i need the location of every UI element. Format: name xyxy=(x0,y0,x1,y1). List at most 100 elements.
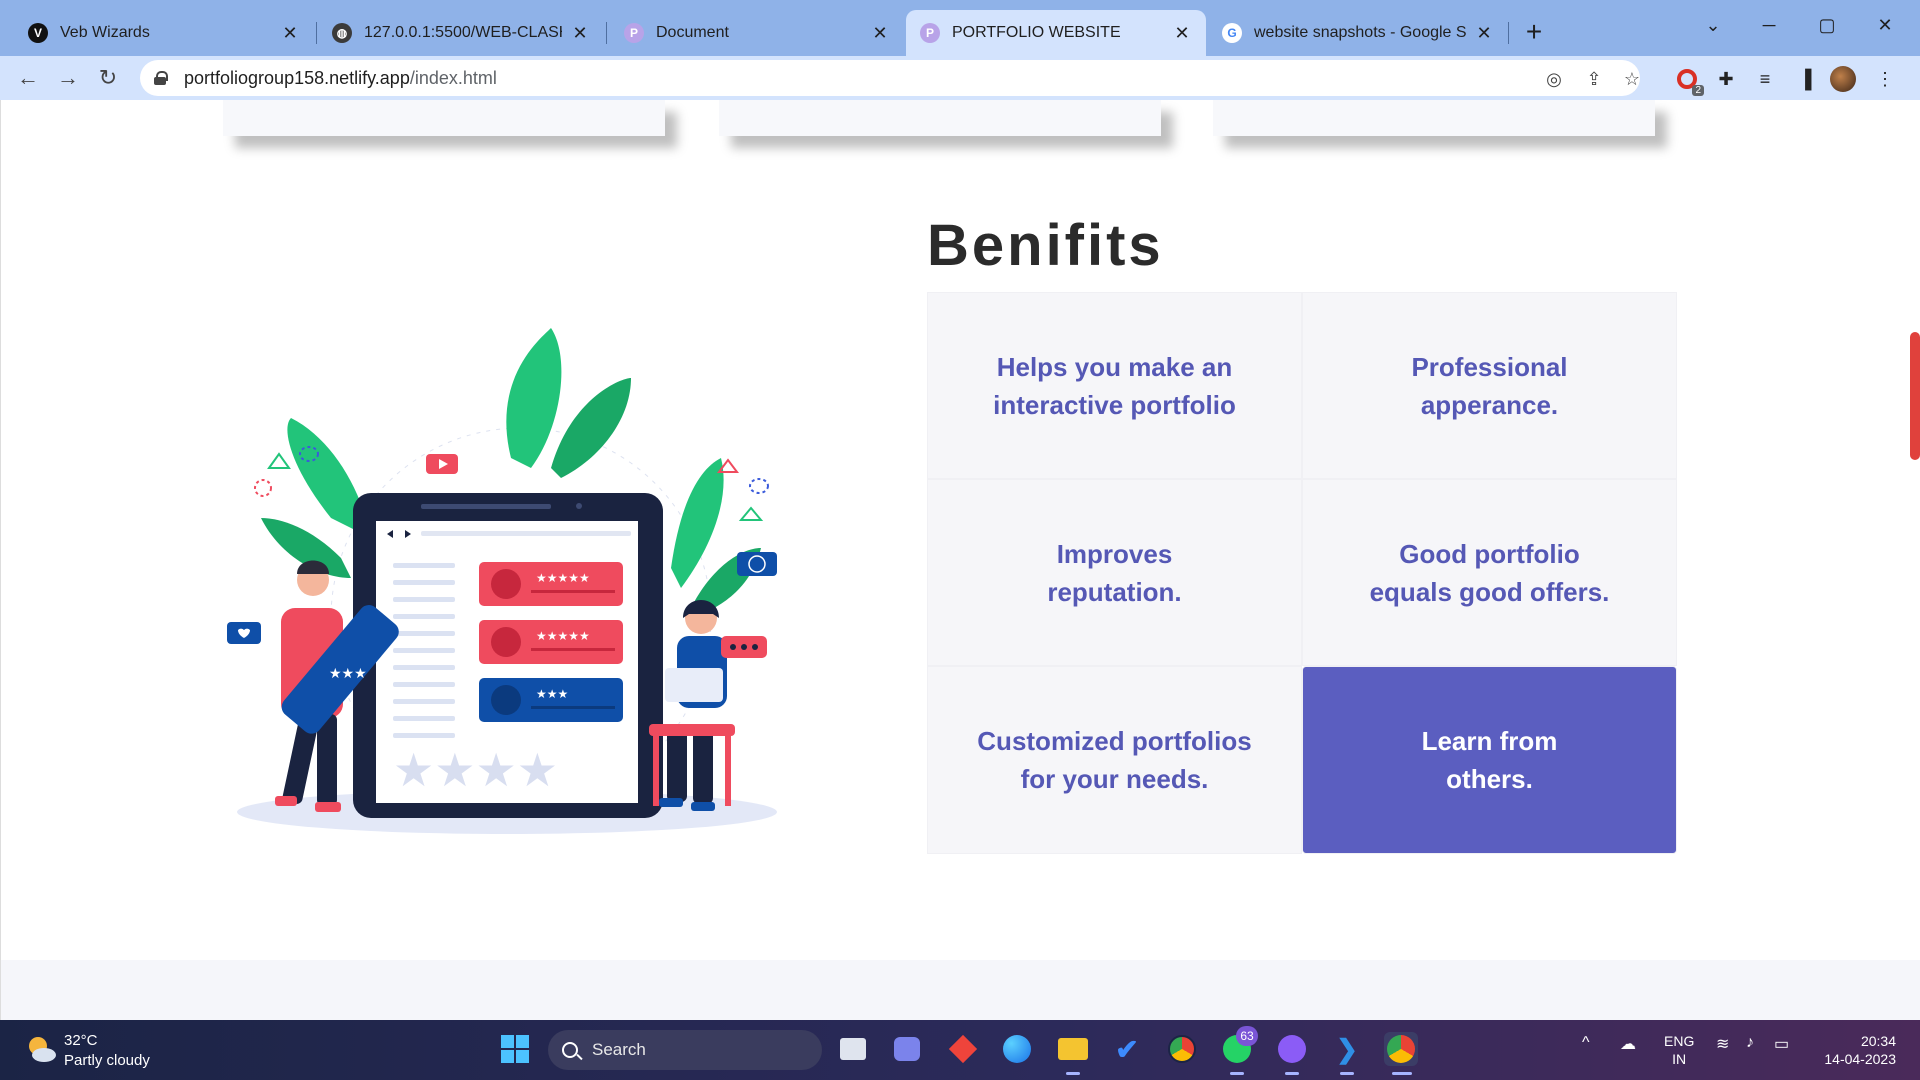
benefit-card: Helps you make an interactive portfolio xyxy=(927,292,1302,479)
tab-title: Veb Wizards xyxy=(60,24,150,41)
lock-icon[interactable] xyxy=(154,71,168,85)
benefit-card-highlighted: Learn from others. xyxy=(1302,666,1677,854)
tab-veb-wizards[interactable]: V Veb Wizards ✕ xyxy=(14,10,314,56)
google-icon: G xyxy=(1222,23,1242,43)
eye-slash-icon[interactable]: ◎ xyxy=(1543,68,1565,90)
running-indicator xyxy=(1230,1072,1244,1075)
edge-beta-icon[interactable] xyxy=(1000,1032,1034,1066)
veb-wizards-icon: V xyxy=(28,23,48,43)
running-indicator xyxy=(1066,1072,1080,1075)
tab-google-search[interactable]: G website snapshots - Google Searc ✕ xyxy=(1208,10,1508,56)
close-icon[interactable]: ✕ xyxy=(280,23,300,43)
section-title: Benifits xyxy=(927,213,1164,278)
p-logo-icon: P xyxy=(624,23,644,43)
weather-description[interactable]: Partly cloudy xyxy=(64,1052,150,1069)
weather-temperature[interactable]: 32°C xyxy=(64,1032,98,1049)
tab-document[interactable]: P Document ✕ xyxy=(610,10,904,56)
system-clock[interactable]: 20:34 14-04-2023 xyxy=(1808,1032,1896,1068)
github-desktop-icon[interactable] xyxy=(1275,1032,1309,1066)
benefit-text: Learn from others. xyxy=(1421,726,1558,794)
globe-icon: ◍ xyxy=(332,23,352,43)
media-control-icon[interactable]: ≡ xyxy=(1752,66,1778,92)
tab-portfolio-website[interactable]: P PORTFOLIO WEBSITE ✕ xyxy=(906,10,1206,56)
feature-card xyxy=(223,100,665,136)
tab-title: Document xyxy=(656,24,729,41)
wifi-icon[interactable]: ≋ xyxy=(1716,1034,1729,1054)
taskbar: 32°C Partly cloudy Search ✔ 63 ❯ ^ ☁ ENG… xyxy=(0,1020,1920,1080)
benefits-grid: Helps you make an interactive portfolio … xyxy=(927,292,1677,854)
clock-time: 20:34 xyxy=(1860,1033,1896,1049)
extension-red-icon[interactable]: 2 xyxy=(1674,66,1704,96)
vscode-icon[interactable]: ❯ xyxy=(1330,1032,1364,1066)
tab-separator xyxy=(606,22,607,44)
file-explorer-icon[interactable] xyxy=(1056,1032,1090,1066)
tab-search-chevron-icon[interactable]: ⌄ xyxy=(1688,8,1738,42)
puzzle-icon[interactable]: ✚ xyxy=(1713,66,1739,92)
language-code: ENG xyxy=(1664,1033,1695,1049)
running-indicator xyxy=(1340,1072,1354,1075)
back-arrow-icon[interactable]: ← xyxy=(12,62,44,94)
tab-title: 127.0.0.1:5500/WEB-CLASH/inde xyxy=(364,24,562,41)
url-text[interactable]: portfoliogroup158.netlify.app/index.html xyxy=(184,68,497,89)
benefit-card: Good portfolio equals good offers. xyxy=(1302,479,1677,666)
tab-title: PORTFOLIO WEBSITE xyxy=(952,24,1121,41)
minimize-button[interactable]: ─ xyxy=(1744,8,1794,42)
maximize-button[interactable]: ▢ xyxy=(1802,8,1852,42)
scrollbar-thumb[interactable] xyxy=(1910,332,1920,460)
kebab-menu-icon[interactable]: ⋮ xyxy=(1872,66,1898,92)
extension-badge: 2 xyxy=(1692,85,1704,96)
benefit-card: Improves reputation. xyxy=(927,479,1302,666)
p-logo-icon: P xyxy=(920,23,940,43)
next-section-band xyxy=(1,960,1920,1020)
onedrive-cloud-icon[interactable]: ☁ xyxy=(1620,1034,1636,1054)
browser-tab-strip: V Veb Wizards ✕ ◍ 127.0.0.1:5500/WEB-CLA… xyxy=(0,0,1920,56)
chrome-active-icon[interactable] xyxy=(1384,1032,1418,1066)
svg-text:★★★: ★★★ xyxy=(536,687,568,701)
chrome-icon[interactable] xyxy=(1165,1032,1199,1066)
anydesk-icon[interactable] xyxy=(946,1032,980,1066)
avatar[interactable] xyxy=(1830,66,1856,92)
feature-card xyxy=(719,100,1161,136)
close-icon[interactable]: ✕ xyxy=(1474,23,1494,43)
search-placeholder: Search xyxy=(592,1040,646,1059)
new-tab-button[interactable]: + xyxy=(1518,16,1550,48)
battery-icon[interactable]: ▭ xyxy=(1774,1034,1789,1054)
benefit-text: Professional apperance. xyxy=(1411,351,1568,420)
page-viewport: ★★★★★ ★★★★★ ★★★ ★★★★ ★★★ Benifits Helps … xyxy=(0,100,1920,1020)
benefits-illustration: ★★★★★ ★★★★★ ★★★ ★★★★ ★★★ xyxy=(227,328,777,834)
teams-chat-icon[interactable] xyxy=(890,1032,924,1066)
tab-title: website snapshots - Google Searc xyxy=(1254,24,1466,41)
close-icon[interactable]: ✕ xyxy=(1172,23,1192,43)
share-icon[interactable]: ⇪ xyxy=(1583,68,1605,90)
benefit-text: Customized portfolios for your needs. xyxy=(977,726,1252,794)
close-icon[interactable]: ✕ xyxy=(570,23,590,43)
bookmark-star-icon[interactable]: ☆ xyxy=(1621,68,1643,90)
close-icon[interactable]: ✕ xyxy=(870,23,890,43)
side-panel-icon[interactable]: ▐ xyxy=(1792,66,1818,92)
region-code: IN xyxy=(1672,1051,1687,1067)
volume-icon[interactable]: ♪ xyxy=(1746,1034,1754,1052)
browser-toolbar: ← → ↻ portfoliogroup158.netlify.app/inde… xyxy=(0,56,1920,100)
close-window-button[interactable]: ✕ xyxy=(1860,8,1910,42)
windows-start-icon[interactable] xyxy=(498,1032,532,1066)
scrollbar[interactable] xyxy=(1910,100,1920,1020)
address-bar[interactable]: portfoliogroup158.netlify.app/index.html… xyxy=(140,60,1640,96)
svg-text:★★★★★: ★★★★★ xyxy=(536,629,590,643)
chevron-up-icon[interactable]: ^ xyxy=(1582,1034,1590,1052)
feature-card xyxy=(1213,100,1655,136)
tab-localhost[interactable]: ◍ 127.0.0.1:5500/WEB-CLASH/inde ✕ xyxy=(318,10,604,56)
task-view-icon[interactable] xyxy=(836,1032,870,1066)
taskbar-search-box[interactable]: Search xyxy=(548,1030,822,1070)
benefit-text: Good portfolio equals good offers. xyxy=(1369,538,1610,607)
running-indicator xyxy=(1285,1072,1299,1075)
language-indicator[interactable]: ENG IN xyxy=(1664,1032,1694,1068)
forward-arrow-icon[interactable]: → xyxy=(52,62,84,94)
tab-separator xyxy=(1508,22,1509,44)
benefit-card: Professional apperance. xyxy=(1302,292,1677,479)
reload-icon[interactable]: ↻ xyxy=(92,62,124,94)
tab-separator xyxy=(316,22,317,44)
partly-cloudy-icon[interactable] xyxy=(24,1034,58,1064)
running-indicator xyxy=(1392,1072,1412,1075)
todo-check-icon[interactable]: ✔ xyxy=(1110,1032,1144,1066)
clock-date: 14-04-2023 xyxy=(1824,1051,1896,1067)
